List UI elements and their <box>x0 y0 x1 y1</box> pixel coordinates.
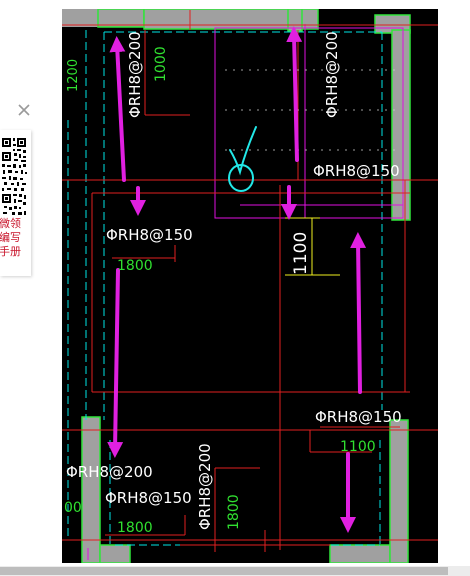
drawing-labels: ΦRH8@200 1000 1200 ΦRH8@200 ΦRH8@150 110… <box>64 31 402 536</box>
qr-code-icon <box>0 136 28 218</box>
label-rebar-top-vertical: ΦRH8@200 <box>126 31 144 118</box>
label-len-bottom-vertical: 1800 <box>226 494 242 530</box>
label-left-edge-dim: 1200 <box>66 59 81 92</box>
scrollbar-thumb[interactable] <box>0 567 448 575</box>
close-icon[interactable] <box>14 100 34 120</box>
label-len-right-lower: 1100 <box>340 439 376 455</box>
promo-text-line-1: 微领 <box>0 217 21 230</box>
label-rebar-bottom-vertical: ΦRH8@200 <box>196 443 214 530</box>
label-rebar-top-right: ΦRH8@150 <box>313 162 400 180</box>
qr-promo-panel[interactable]: 微领 编写 手册 <box>0 130 31 276</box>
label-left-bottom-edge: 00 <box>64 500 82 516</box>
promo-text-line-3: 手册 <box>0 245 21 258</box>
promo-text-line-2: 编写 <box>0 231 21 244</box>
label-rebar-bottom-mid: ΦRH8@150 <box>105 489 192 507</box>
check-mark-icon <box>228 126 257 192</box>
drawing-svg: ΦRH8@200 1000 1200 ΦRH8@200 ΦRH8@150 110… <box>62 8 438 564</box>
horizontal-scrollbar[interactable] <box>0 566 470 576</box>
label-len-mid-left: 1800 <box>117 258 153 274</box>
label-len-bottom-mid: 1800 <box>117 520 153 536</box>
label-rebar-top-right-vertical: ΦRH8@200 <box>323 31 341 118</box>
label-dim-1100-vertical: 1100 <box>291 232 311 275</box>
cad-drawing-canvas[interactable]: ΦRH8@200 1000 1200 ΦRH8@200 ΦRH8@150 110… <box>62 8 438 564</box>
label-rebar-bottom-left: ΦRH8@200 <box>66 463 153 481</box>
label-rebar-mid-left: ΦRH8@150 <box>106 226 193 244</box>
label-len-top-vertical: 1000 <box>153 46 169 82</box>
label-rebar-right-lower: ΦRH8@150 <box>315 408 402 426</box>
